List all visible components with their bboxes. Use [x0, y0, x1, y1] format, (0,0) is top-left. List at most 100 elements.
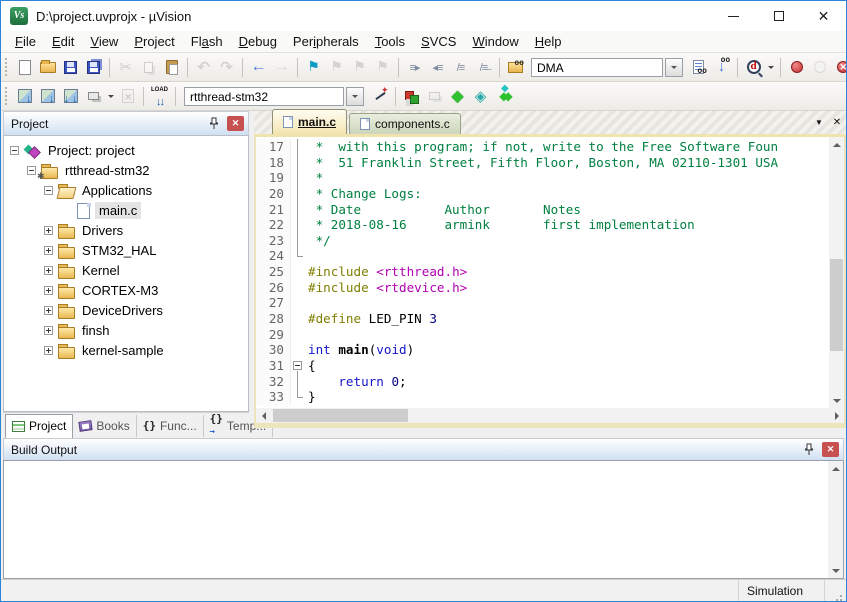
menu-item-debug[interactable]: Debug: [231, 32, 285, 51]
multi-project-workspace-button[interactable]: [423, 85, 446, 108]
scroll-up-button[interactable]: [828, 461, 843, 476]
tree-item-cortex-m3[interactable]: CORTEX-M3: [4, 280, 248, 300]
expand-icon[interactable]: [44, 326, 53, 335]
panel-tab-books[interactable]: Books: [73, 415, 136, 437]
editor-tab-main-c[interactable]: main.c: [272, 109, 347, 134]
batch-build-button[interactable]: [82, 85, 105, 108]
tree-item-rtthread-stm32[interactable]: ✱rtthread-stm32: [4, 160, 248, 180]
tree-item-finsh[interactable]: finsh: [4, 320, 248, 340]
expand-icon[interactable]: [44, 266, 53, 275]
manage-run-time-environment-button[interactable]: [446, 85, 469, 108]
find-in-files-dialog-button[interactable]: [687, 56, 710, 79]
menu-item-flash[interactable]: Flash: [183, 32, 231, 51]
menu-item-help[interactable]: Help: [527, 32, 570, 51]
panel-tab-func[interactable]: {}Func...: [137, 415, 204, 437]
document-close-button[interactable]: ✕: [828, 112, 846, 132]
collapse-icon[interactable]: [44, 186, 53, 195]
scroll-right-button[interactable]: [829, 408, 844, 423]
pack-installer-button[interactable]: [492, 85, 515, 108]
expand-icon[interactable]: [44, 306, 53, 315]
bookmark-clear-all-button[interactable]: [371, 56, 394, 79]
tree-item-kernel[interactable]: Kernel: [4, 260, 248, 280]
dropdown-caret-icon[interactable]: [765, 56, 776, 79]
resize-grip[interactable]: [824, 580, 846, 601]
save-button[interactable]: [59, 56, 82, 79]
build-pin-button[interactable]: [801, 442, 817, 457]
maximize-button[interactable]: [756, 1, 801, 31]
manage-project-items-button[interactable]: [400, 85, 423, 108]
save-all-button[interactable]: [82, 56, 105, 79]
expand-icon[interactable]: [44, 346, 53, 355]
uncomment-selection-button[interactable]: [472, 56, 495, 79]
code-editor[interactable]: 17 * with this program; if not, write to…: [256, 137, 829, 408]
incremental-find-button[interactable]: [710, 56, 733, 79]
bookmark-prev-button[interactable]: [348, 56, 371, 79]
comment-selection-button[interactable]: [449, 56, 472, 79]
navigate-forward-button[interactable]: [270, 56, 293, 79]
scroll-down-button[interactable]: [828, 563, 843, 578]
close-button[interactable]: ✕: [801, 1, 846, 31]
indent-button[interactable]: [403, 56, 426, 79]
tree-item-stm32-hal[interactable]: STM32_HAL: [4, 240, 248, 260]
panel-tab-project[interactable]: Project: [5, 414, 73, 438]
tab-list-button[interactable]: ▼: [810, 112, 828, 132]
dropdown-caret-icon[interactable]: [105, 85, 116, 108]
new-file-button[interactable]: [13, 56, 36, 79]
tree-item-drivers[interactable]: Drivers: [4, 220, 248, 240]
minimize-button[interactable]: [711, 1, 756, 31]
open-file-button[interactable]: [36, 56, 59, 79]
cut-button[interactable]: [114, 56, 137, 79]
find-text-combo[interactable]: DMA: [531, 58, 683, 77]
bookmark-next-button[interactable]: [325, 56, 348, 79]
tree-item-kernel-sample[interactable]: kernel-sample: [4, 340, 248, 360]
vertical-scroll-thumb[interactable]: [830, 259, 843, 351]
tree-item-main-c[interactable]: main.c: [4, 200, 248, 220]
select-software-packs-button[interactable]: [469, 85, 492, 108]
expand-icon[interactable]: [44, 226, 53, 235]
menu-item-file[interactable]: File: [7, 32, 44, 51]
find-in-files-button[interactable]: [504, 56, 527, 79]
menu-item-svcs[interactable]: SVCS: [413, 32, 464, 51]
translate-file-button[interactable]: [13, 85, 36, 108]
debug-restore-views-button[interactable]: [742, 56, 765, 79]
collapse-icon[interactable]: [10, 146, 19, 155]
expand-icon[interactable]: [44, 286, 53, 295]
unindent-button[interactable]: [426, 56, 449, 79]
paste-button[interactable]: [160, 56, 183, 79]
download-load-button[interactable]: [148, 85, 171, 108]
tree-item-devicedrivers[interactable]: DeviceDrivers: [4, 300, 248, 320]
redo-button[interactable]: [215, 56, 238, 79]
scroll-left-button[interactable]: [256, 408, 271, 423]
build-output-text[interactable]: [4, 461, 828, 578]
build-output-scrollbar[interactable]: [828, 461, 843, 578]
toolbar-grip[interactable]: [5, 58, 8, 76]
navigate-back-button[interactable]: [247, 56, 270, 79]
find-text-combo-dropdown-button[interactable]: [665, 58, 683, 77]
pin-button[interactable]: [206, 116, 222, 131]
undo-button[interactable]: [192, 56, 215, 79]
menu-item-window[interactable]: Window: [464, 32, 526, 51]
horizontal-scroll-thumb[interactable]: [273, 409, 408, 422]
build-output-close-button[interactable]: ✕: [822, 442, 839, 457]
target-select-combo[interactable]: rtthread-stm32: [184, 87, 364, 106]
disable-breakpoint-button[interactable]: [808, 56, 831, 79]
menu-item-edit[interactable]: Edit: [44, 32, 82, 51]
menu-item-tools[interactable]: Tools: [367, 32, 413, 51]
fold-margin-mark[interactable]: [290, 358, 304, 374]
kill-all-breakpoints-button[interactable]: [831, 56, 846, 79]
fold-collapse-icon[interactable]: [293, 361, 302, 370]
menu-item-project[interactable]: Project: [126, 32, 182, 51]
copy-button[interactable]: [137, 56, 160, 79]
editor-tab-components-c[interactable]: components.c: [349, 113, 461, 134]
tree-item-applications[interactable]: Applications: [4, 180, 248, 200]
collapse-icon[interactable]: [27, 166, 36, 175]
bookmark-toggle-button[interactable]: [302, 56, 325, 79]
toolbar-grip[interactable]: [5, 87, 8, 105]
target-select-combo-dropdown-button[interactable]: [346, 87, 364, 106]
editor-horizontal-scrollbar[interactable]: [256, 408, 844, 423]
options-for-target-button[interactable]: [368, 85, 391, 108]
menu-item-peripherals[interactable]: Peripherals: [285, 32, 367, 51]
editor-vertical-scrollbar[interactable]: [829, 137, 844, 408]
stop-build-button[interactable]: [116, 85, 139, 108]
tree-item-project-project[interactable]: Project: project: [4, 140, 248, 160]
